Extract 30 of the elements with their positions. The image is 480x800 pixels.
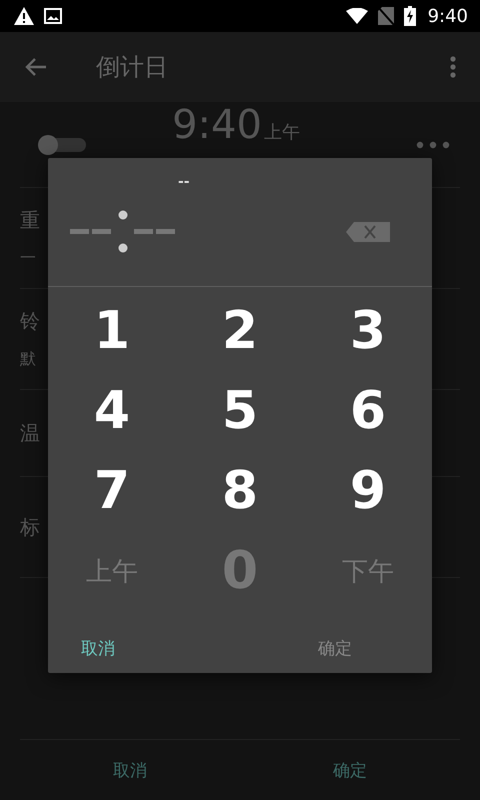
setting-value: 一: [20, 248, 36, 269]
no-sim-icon: [378, 7, 394, 25]
period-display: --: [178, 174, 190, 190]
setting-title: 温: [20, 420, 40, 446]
keypad-key[interactable]: 1: [48, 291, 176, 371]
status-time: 9:40: [428, 6, 468, 26]
back-icon[interactable]: [24, 57, 48, 77]
keypad-key[interactable]: 6: [304, 371, 432, 451]
setting-title: 铃: [20, 308, 40, 335]
keypad-key[interactable]: 4: [48, 371, 176, 451]
keypad-key[interactable]: 7: [48, 451, 176, 531]
keypad-key[interactable]: 9: [304, 451, 432, 531]
wifi-icon: [346, 8, 368, 24]
alarm-period: 上午: [264, 120, 300, 144]
image-icon: [44, 8, 62, 24]
setting-title: 标: [20, 514, 40, 540]
setting-title: 重: [20, 207, 40, 234]
backspace-icon[interactable]: [346, 222, 390, 242]
battery-charging-icon: [404, 6, 416, 26]
more-icon[interactable]: [416, 140, 450, 148]
setting-value: 默: [20, 349, 36, 370]
alarm-toggle[interactable]: [38, 134, 86, 154]
dialog-button[interactable]: 取消: [48, 623, 238, 673]
keypad-key[interactable]: 5: [176, 371, 304, 451]
keypad-key[interactable]: 8: [176, 451, 304, 531]
more-icon[interactable]: [450, 56, 456, 78]
warning-icon: [14, 7, 34, 25]
toolbar-title: 倒计日: [96, 52, 168, 83]
keypad-key[interactable]: 3: [304, 291, 432, 371]
keypad-key[interactable]: 2: [176, 291, 304, 371]
